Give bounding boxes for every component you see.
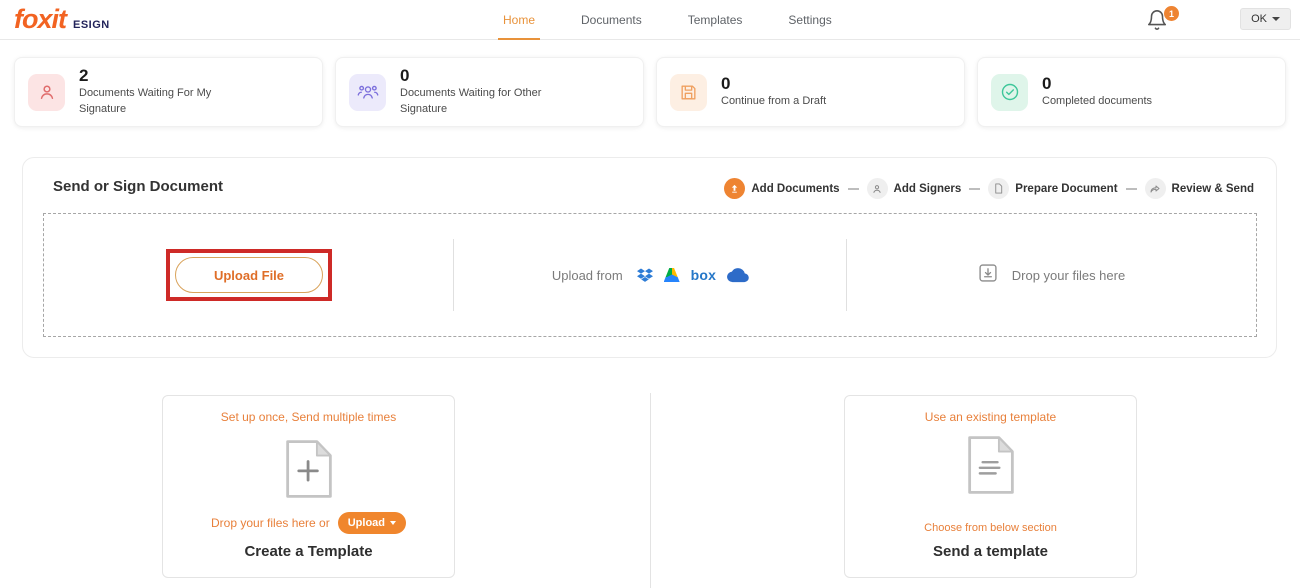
step-connector: [848, 188, 859, 190]
stat-card-completed[interactable]: 0 Completed documents: [977, 57, 1286, 127]
step-review-send: Review & Send: [1145, 178, 1254, 199]
stat-label: Documents Waiting for Other Signature: [400, 86, 575, 118]
stat-count: 0: [1042, 74, 1152, 94]
user-menu-button[interactable]: OK: [1240, 8, 1291, 30]
step-connector: [969, 188, 980, 190]
drop-files-or-label: Drop your files here or: [211, 516, 330, 530]
upload-file-button[interactable]: Upload File: [175, 257, 323, 293]
download-arrow-icon: [978, 263, 998, 288]
workflow-steps: Add Documents Add Signers Prepare Docume…: [724, 178, 1254, 199]
send-arrow-icon: [1145, 178, 1166, 199]
upload-dropzone[interactable]: Upload File Upload from box: [43, 213, 1257, 337]
stat-card-my-signature[interactable]: 2 Documents Waiting For My Signature: [14, 57, 323, 127]
step-add-signers: Add Signers: [867, 178, 962, 199]
step-label: Add Signers: [894, 183, 962, 195]
stat-count: 0: [400, 66, 575, 86]
stat-card-drafts[interactable]: 0 Continue from a Draft: [656, 57, 965, 127]
stat-label: Completed documents: [1042, 94, 1152, 110]
stat-label: Continue from a Draft: [721, 94, 826, 110]
upload-dropdown-label: Upload: [348, 517, 385, 529]
chevron-down-icon: [1272, 17, 1280, 21]
check-circle-icon: [991, 74, 1028, 111]
notifications-button[interactable]: 1: [1146, 8, 1172, 34]
foxit-esign-logo[interactable]: foxit ESIGN: [14, 4, 110, 35]
stat-count: 2: [79, 66, 254, 86]
signer-icon: [867, 178, 888, 199]
file-plus-icon: [163, 434, 454, 504]
esign-wordmark: ESIGN: [73, 19, 110, 31]
main-nav: Home Documents Templates Settings: [480, 0, 855, 40]
nav-tab-home[interactable]: Home: [480, 0, 558, 40]
send-or-sign-panel: Send or Sign Document Add Documents Add …: [22, 157, 1277, 358]
file-text-icon: [845, 430, 1136, 500]
step-connector: [1126, 188, 1137, 190]
dropbox-icon[interactable]: [637, 268, 653, 283]
bell-icon: [1146, 19, 1168, 36]
cloud-upload-column: Upload from box: [454, 214, 847, 336]
google-drive-icon[interactable]: [664, 268, 680, 282]
foxit-wordmark: foxit: [14, 4, 66, 35]
send-template-card[interactable]: Use an existing template Choose from bel…: [844, 395, 1137, 578]
top-navbar: foxit ESIGN Home Documents Templates Set…: [0, 0, 1300, 40]
section-divider: [650, 393, 651, 588]
upload-dropdown-button[interactable]: Upload: [338, 512, 406, 534]
box-icon[interactable]: box: [691, 267, 717, 283]
chevron-down-icon: [390, 521, 396, 525]
foxit-esign-home-page: foxit ESIGN Home Documents Templates Set…: [0, 0, 1300, 588]
draft-icon: [670, 74, 707, 111]
step-label: Add Documents: [751, 183, 839, 195]
nav-tab-templates[interactable]: Templates: [665, 0, 766, 40]
stats-row: 2 Documents Waiting For My Signature 0 D…: [14, 57, 1286, 127]
create-template-tagline: Set up once, Send multiple times: [163, 410, 454, 424]
drop-files-label: Drop your files here: [1012, 268, 1125, 283]
upload-circle-icon: [724, 178, 745, 199]
stat-count: 0: [721, 74, 826, 94]
user-menu-label: OK: [1251, 13, 1267, 25]
step-prepare-document: Prepare Document: [988, 178, 1117, 199]
onedrive-icon[interactable]: [727, 268, 749, 283]
upload-from-label: Upload from: [552, 268, 623, 283]
create-template-title: Create a Template: [163, 543, 454, 560]
stat-card-other-signature[interactable]: 0 Documents Waiting for Other Signature: [335, 57, 644, 127]
step-label: Prepare Document: [1015, 183, 1117, 195]
nav-tab-settings[interactable]: Settings: [765, 0, 854, 40]
send-template-title: Send a template: [845, 543, 1136, 560]
group-icon: [349, 74, 386, 111]
person-icon: [28, 74, 65, 111]
notification-badge: 1: [1164, 6, 1179, 21]
create-template-card[interactable]: Set up once, Send multiple times Drop yo…: [162, 395, 455, 578]
send-template-tagline: Use an existing template: [845, 410, 1136, 424]
stat-label: Documents Waiting For My Signature: [79, 86, 254, 118]
nav-tab-documents[interactable]: Documents: [558, 0, 665, 40]
step-add-documents: Add Documents: [724, 178, 839, 199]
choose-section-hint: Choose from below section: [845, 522, 1136, 534]
document-icon: [988, 178, 1009, 199]
panel-title: Send or Sign Document: [53, 178, 223, 195]
upload-file-column: Upload File: [44, 214, 454, 336]
drop-files-column: Drop your files here: [847, 214, 1256, 336]
step-label: Review & Send: [1172, 183, 1254, 195]
